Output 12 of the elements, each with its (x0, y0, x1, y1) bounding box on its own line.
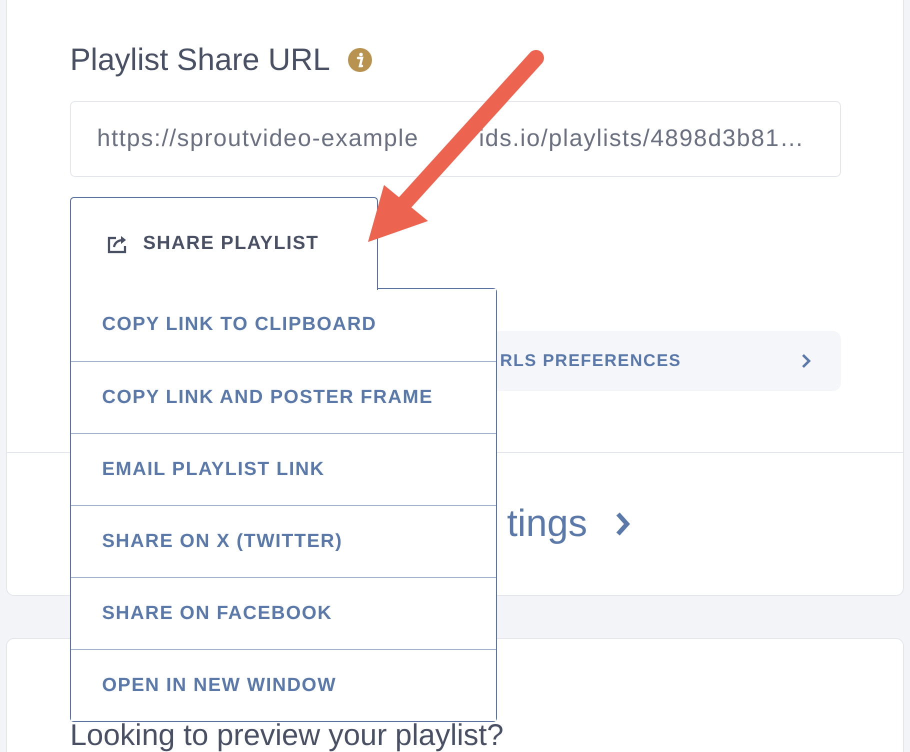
menu-item[interactable]: OPEN IN NEW WINDOW (71, 649, 496, 721)
chevron-icon (615, 511, 632, 537)
field-value: https://sproutvideo-example (97, 125, 419, 153)
share-button[interactable]: SHARE PLAYLIST (70, 197, 378, 290)
info-icon[interactable] (348, 48, 372, 72)
chevron-icon (801, 353, 811, 369)
section-heading: Looking to preview your playlist? (70, 720, 504, 752)
url-field[interactable]: https://sproutvideo-example ids.io/playlists/4898d3b81… (70, 101, 841, 177)
field-label: Playlist Share URL (70, 42, 330, 78)
settings-link[interactable]: tings (507, 502, 632, 546)
field-value: ids.io/playlists/4898d3b81… (478, 125, 805, 153)
share-icon (107, 234, 129, 254)
